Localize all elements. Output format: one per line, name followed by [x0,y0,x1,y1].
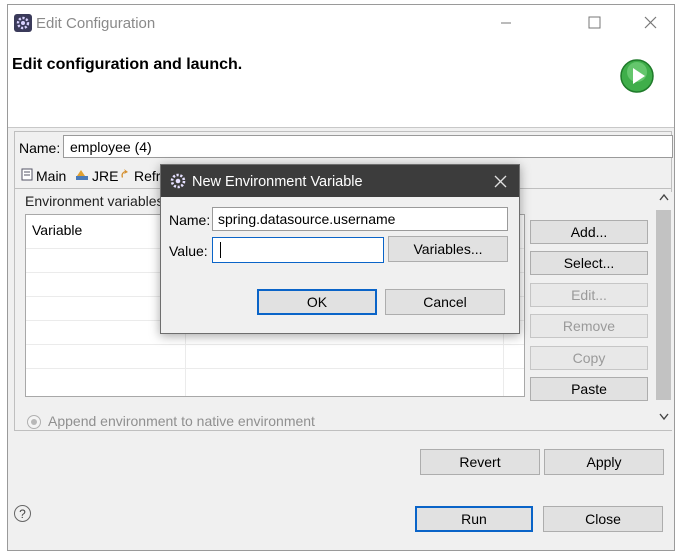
configuration-name-input[interactable]: employee (4) [63,135,673,158]
tab-main[interactable]: Main [21,166,66,186]
variable-value-input[interactable] [212,237,384,263]
vertical-scrollbar[interactable] [655,192,672,430]
variables-button[interactable]: Variables... [388,236,508,262]
dialog-title-bar: New Environment Variable [161,165,519,197]
column-header-variable[interactable]: Variable [32,222,82,238]
cancel-button[interactable]: Cancel [385,289,505,315]
help-icon[interactable]: ? [14,505,31,522]
eclipse-gear-icon [14,14,32,32]
append-environment-radio[interactable] [27,415,41,429]
variable-name-label: Name: [169,212,211,228]
tab-main-label: Main [36,168,67,184]
variable-value-label: Value: [169,243,208,259]
variable-name-input[interactable]: spring.datasource.username [212,207,508,231]
scroll-down-icon[interactable] [658,412,670,426]
refresh-tab-icon [119,168,131,184]
table-row-divider [26,344,524,345]
paste-button[interactable]: Paste [530,377,648,401]
main-tab-icon [21,168,33,184]
close-button[interactable]: Close [543,506,663,532]
run-launch-icon [620,59,656,95]
copy-button[interactable]: Copy [530,346,648,370]
minimize-button[interactable] [488,11,524,37]
select-button[interactable]: Select... [530,251,648,275]
append-environment-label: Append environment to native environment [48,413,315,429]
maximize-button[interactable] [576,11,612,37]
minimize-icon [500,16,512,32]
remove-button[interactable]: Remove [530,314,648,338]
close-icon [644,16,657,32]
text-caret [220,242,221,258]
new-environment-variable-dialog: New Environment Variable Name: spring.da… [160,164,520,334]
revert-button[interactable]: Revert [420,449,540,475]
tab-jre-label: JRE [92,168,119,184]
scroll-up-icon[interactable] [658,192,670,206]
header-banner: Edit configuration and launch. [8,41,674,128]
window-title: Edit Configuration [36,15,156,32]
name-label: Name: [19,140,61,156]
environment-variables-label: Environment variables [25,193,164,209]
table-row-divider [26,368,524,369]
dialog-close-icon[interactable] [489,171,511,191]
title-bar: Edit Configuration [8,5,674,41]
ok-button[interactable]: OK [257,289,377,315]
apply-button[interactable]: Apply [544,449,664,475]
jre-tab-icon [75,168,89,184]
edit-button[interactable]: Edit... [530,283,648,307]
eclipse-gear-icon [169,172,187,190]
tab-jre[interactable]: JRE [75,166,118,186]
close-window-button[interactable] [632,11,668,37]
scroll-thumb[interactable] [656,210,671,400]
banner-title: Edit configuration and launch. [12,56,243,73]
maximize-icon [588,16,601,32]
run-button[interactable]: Run [415,506,533,532]
background-window-edge [0,0,7,551]
dialog-title: New Environment Variable [192,174,363,190]
add-button[interactable]: Add... [530,220,648,244]
